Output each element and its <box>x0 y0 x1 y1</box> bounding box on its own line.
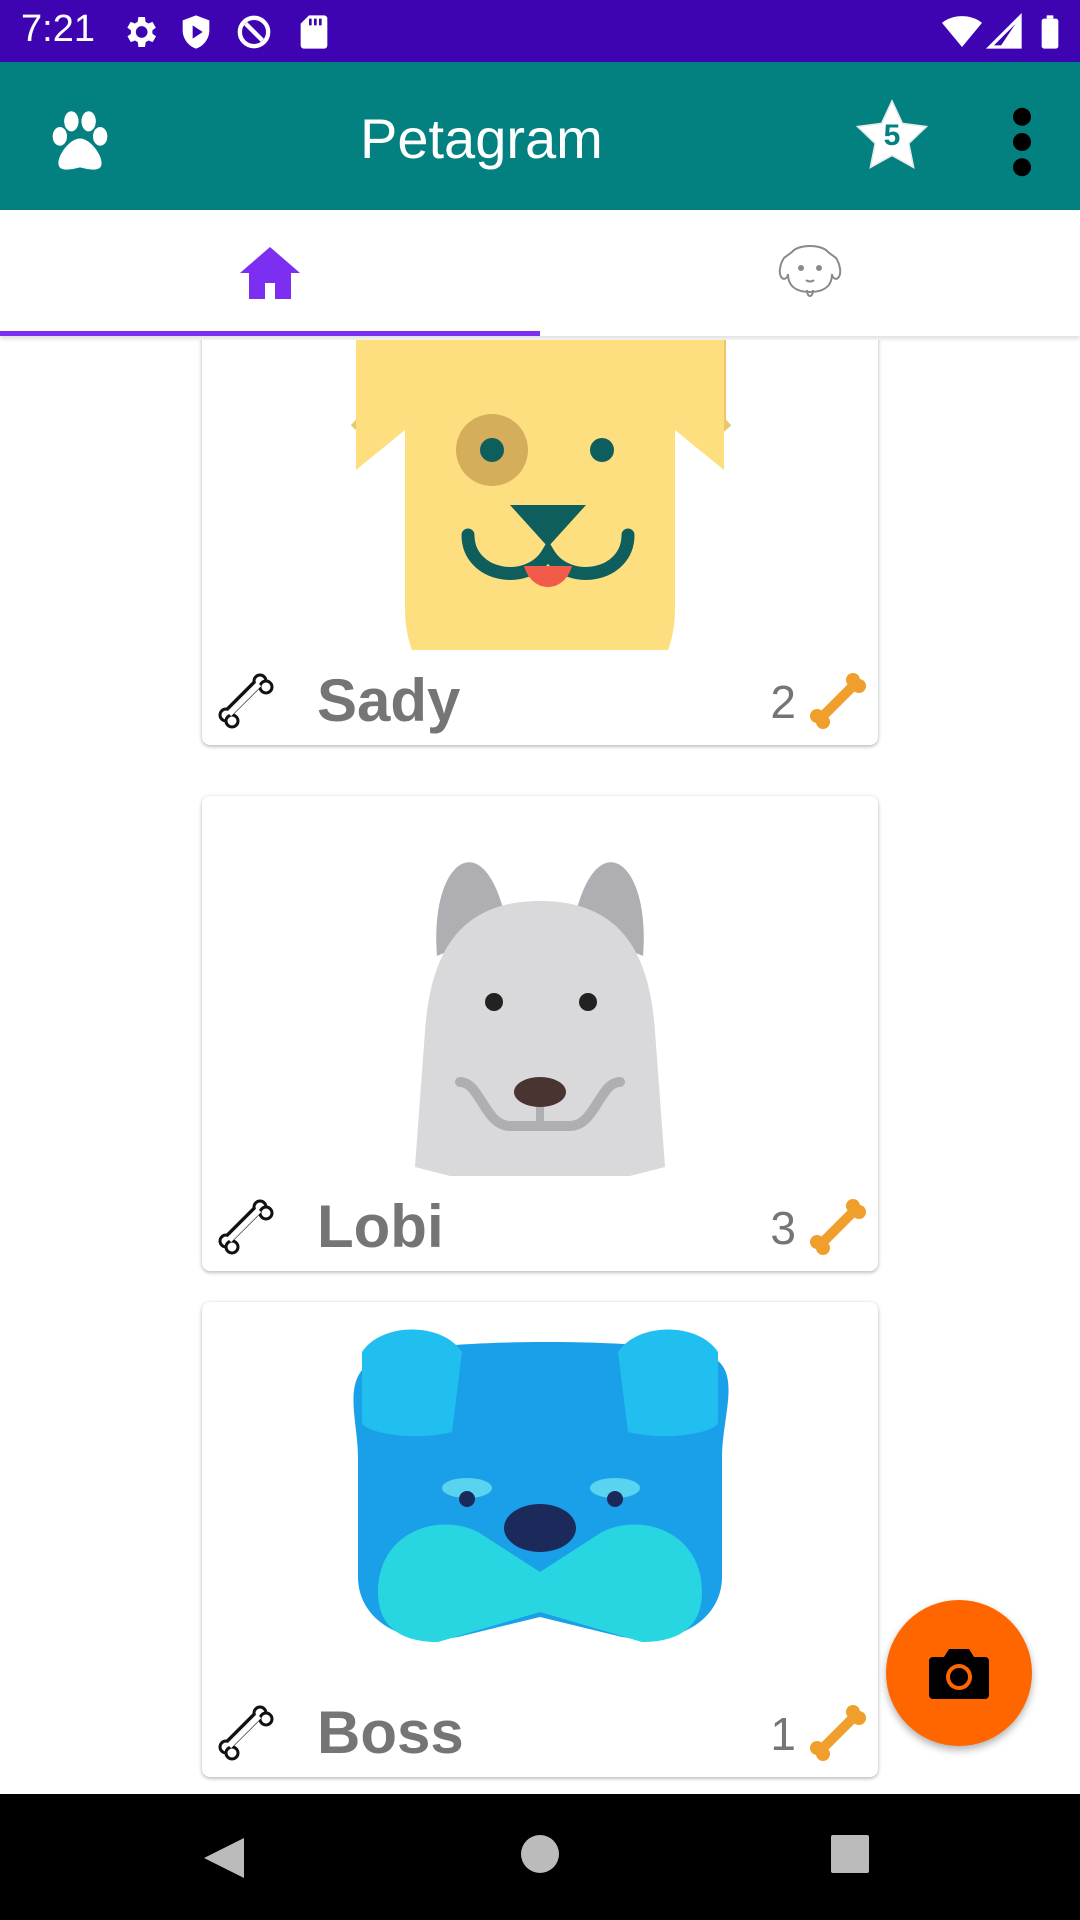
like-count: 2 <box>770 676 796 728</box>
signal-icon <box>985 12 1022 49</box>
pet-card: Sady 2 <box>202 340 878 745</box>
back-icon[interactable] <box>200 1834 248 1882</box>
status-bar: 7:21 <box>0 0 1080 62</box>
rating-bone-icon <box>810 1199 866 1255</box>
pet-image-yellow-dog <box>350 340 732 650</box>
camera-fab-button[interactable] <box>886 1600 1032 1746</box>
home-icon <box>240 247 300 299</box>
rating-bone-icon <box>810 1705 866 1761</box>
dog-outline-icon <box>778 245 842 297</box>
tab-indicator <box>0 331 540 336</box>
app-title: Petagram <box>360 107 603 170</box>
favorites-star-button[interactable]: 5 <box>852 97 932 177</box>
recents-icon[interactable] <box>830 1834 870 1874</box>
app-bar: Petagram 5 <box>0 62 1080 210</box>
system-nav-bar <box>0 1794 1080 1920</box>
pet-card: Lobi 3 <box>202 796 878 1271</box>
like-bone-button[interactable] <box>214 1701 278 1765</box>
like-bone-button[interactable] <box>214 1195 278 1259</box>
sd-card-icon <box>300 15 328 49</box>
tab-home[interactable] <box>0 210 540 336</box>
tab-bar <box>0 210 1080 336</box>
tab-pet-profile[interactable] <box>540 210 1080 336</box>
rating-bone-icon <box>810 673 866 729</box>
camera-icon <box>929 1649 989 1699</box>
more-vert-icon[interactable] <box>1000 106 1044 178</box>
settings-icon <box>127 17 156 47</box>
pet-name: Lobi <box>317 1193 444 1260</box>
sync-icon <box>237 15 271 49</box>
battery-icon <box>1041 15 1059 49</box>
favorites-badge: 5 <box>883 119 901 152</box>
pet-image-gray-dog <box>415 862 665 1176</box>
pet-image-blue-bulldog <box>353 1329 729 1642</box>
pet-list[interactable]: Sady 2 Lobi 3 Boss 1 <box>0 340 1080 1794</box>
pet-card: Boss 1 <box>202 1302 878 1777</box>
wifi-icon <box>942 16 982 47</box>
paw-icon[interactable] <box>44 104 116 176</box>
like-count: 1 <box>770 1708 796 1760</box>
home-circle-icon[interactable] <box>520 1834 560 1874</box>
play-protect-icon <box>182 15 210 49</box>
like-count: 3 <box>770 1202 796 1254</box>
status-time: 7:21 <box>21 8 95 50</box>
pet-name: Sady <box>317 667 461 734</box>
like-bone-button[interactable] <box>214 669 278 733</box>
pet-name: Boss <box>317 1699 464 1766</box>
